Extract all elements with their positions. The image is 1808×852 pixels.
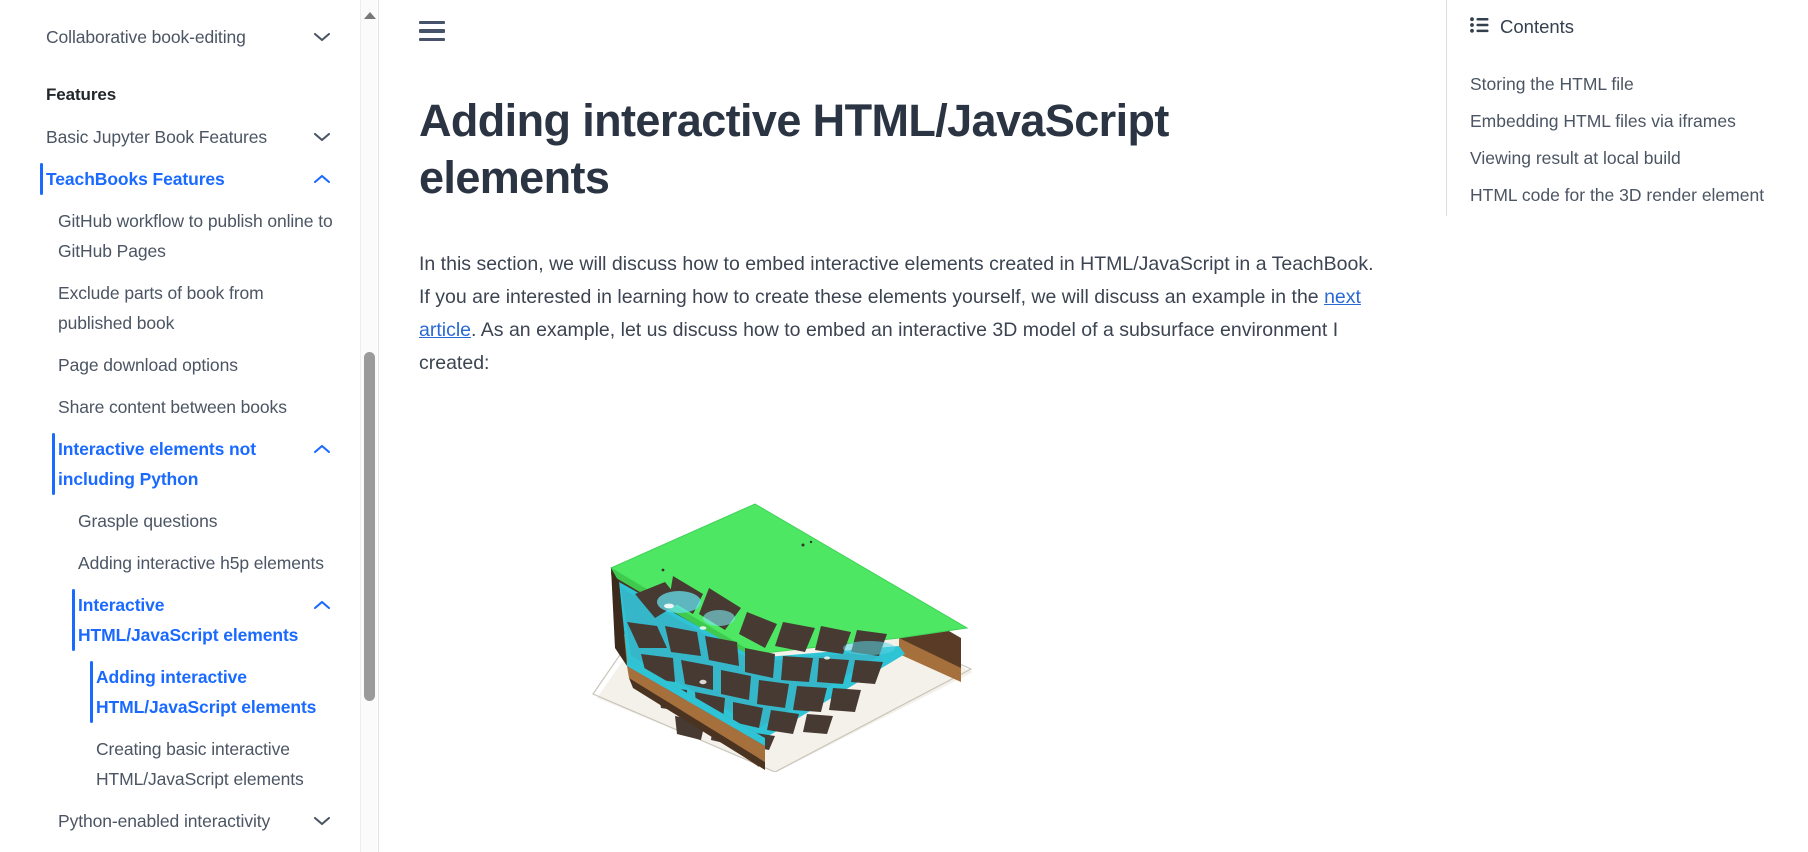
chevron-down-icon[interactable] — [310, 122, 334, 152]
sidebar-scroll-area[interactable]: Collaborative book-editing Features Basic … — [0, 0, 360, 852]
sidebar-item-grasple-questions[interactable]: Grasple questions — [0, 500, 360, 542]
sidebar-item-label: Adding interactive HTML/JavaScript eleme… — [96, 667, 317, 717]
subsurface-3d-model-render[interactable] — [569, 442, 989, 772]
chevron-up-icon[interactable] — [310, 434, 334, 464]
sidebar-item-label: TeachBooks Features — [46, 169, 225, 189]
toc-item[interactable]: Embedding HTML files via iframes — [1470, 103, 1782, 140]
article: Adding interactive HTML/JavaScript eleme… — [379, 62, 1479, 852]
chevron-up-icon[interactable] — [310, 164, 334, 194]
sidebar-item-share-content-between-books[interactable]: Share content between books — [0, 386, 360, 428]
sidebar-item-basic-jupyter-book-features[interactable]: Basic Jupyter Book Features — [0, 116, 360, 158]
sidebar-item-adding-interactive-h5p-elements[interactable]: Adding interactive h5p elements — [0, 542, 360, 584]
sidebar-item-python-enabled-interactivity[interactable]: Python-enabled interactivity — [0, 800, 360, 842]
toc-item[interactable]: Viewing result at local build — [1470, 140, 1782, 177]
sidebar: Collaborative book-editing Features Basic … — [0, 0, 379, 852]
paragraph-text-part-1: In this section, we will discuss how to … — [419, 253, 1374, 308]
sidebar-item-label: Collaborative book-editing — [46, 27, 246, 47]
sidebar-item-label: Page download options — [58, 355, 238, 375]
sidebar-item-collaborative-book-editing[interactable]: Collaborative book-editing — [0, 16, 360, 58]
sidebar-item-label: Adding interactive h5p elements — [78, 553, 324, 573]
sidebar-item-exclude-parts-of-book-from-published-book[interactable]: Exclude parts of book from published boo… — [0, 272, 360, 344]
figure-container — [419, 442, 1279, 852]
paragraph-text-part-2: . As an example, let us discuss how to e… — [419, 319, 1339, 374]
sidebar-item-github-workflow-to-publish-online-to-github-pages[interactable]: GitHub workflow to publish online to Git… — [0, 200, 360, 272]
chevron-up-icon[interactable] — [310, 590, 334, 620]
toc-title: Contents — [1500, 16, 1575, 37]
sidebar-item-interactive-html-javascript-elements[interactable]: Interactive HTML/JavaScript elements — [0, 584, 360, 656]
scroll-up-arrow-icon[interactable] — [364, 12, 376, 19]
sidebar-item-teachbooks-features[interactable]: TeachBooks Features — [0, 158, 360, 200]
chevron-down-icon[interactable] — [310, 806, 334, 836]
sidebar-item-label: Python-enabled interactivity — [58, 811, 271, 831]
toc-item-list: Storing the HTML file Embedding HTML file… — [1470, 66, 1782, 214]
toc-item[interactable]: Storing the HTML file — [1470, 66, 1782, 103]
hamburger-bar — [419, 29, 445, 33]
intro-paragraph: In this section, we will discuss how to … — [419, 248, 1384, 380]
hamburger-bar — [419, 37, 445, 42]
sidebar-item-label: Creating basic interactive HTML/JavaScri… — [96, 739, 304, 789]
scrollbar-thumb[interactable] — [364, 352, 375, 701]
sidebar-item-label: GitHub workflow to publish online to Git… — [58, 211, 333, 261]
toc-item[interactable]: HTML code for the 3D render element — [1470, 177, 1782, 214]
sidebar-item-adding-interactive-html-javascript-elements[interactable]: Adding interactive HTML/JavaScript eleme… — [0, 656, 360, 728]
page-title: Adding interactive HTML/JavaScript eleme… — [419, 95, 1169, 203]
teachbooks-page: Collaborative book-editing Features Basic … — [0, 0, 1808, 852]
hamburger-menu-icon[interactable] — [419, 16, 449, 46]
chevron-down-icon[interactable] — [310, 22, 334, 52]
list-icon — [1470, 16, 1489, 38]
hamburger-bar — [419, 20, 445, 25]
sidebar-item-label: Exclude parts of book from published boo… — [58, 283, 264, 333]
sidebar-scrollbar[interactable] — [360, 0, 377, 852]
main-content: Adding interactive HTML/JavaScript eleme… — [379, 0, 1808, 852]
sidebar-nav-list: Collaborative book-editing Features Basic … — [0, 16, 360, 842]
sidebar-item-label: Share content between books — [58, 397, 287, 417]
sidebar-top-spacer — [0, 0, 360, 16]
sidebar-item-label: Features — [46, 85, 117, 104]
sidebar-item-creating-basic-interactive-html-javascript-elements[interactable]: Creating basic interactive HTML/JavaScri… — [0, 728, 360, 800]
sidebar-item-label: Interactive elements not including Pytho… — [58, 439, 256, 489]
sidebar-item-page-download-options[interactable]: Page download options — [0, 344, 360, 386]
sidebar-item-interactive-elements-not-including-python[interactable]: Interactive elements not including Pytho… — [0, 428, 360, 500]
sidebar-item-label: Grasple questions — [78, 511, 218, 531]
toc-header: Contents — [1470, 0, 1782, 40]
sidebar-caption: Features — [0, 74, 360, 116]
sidebar-spacer — [0, 58, 360, 74]
sidebar-item-label: Interactive HTML/JavaScript elements — [78, 595, 299, 645]
toc-divider — [1446, 0, 1447, 216]
table-of-contents: Contents Storing the HTML file Embedding … — [1446, 0, 1808, 852]
sidebar-item-label: Basic Jupyter Book Features — [46, 127, 268, 147]
